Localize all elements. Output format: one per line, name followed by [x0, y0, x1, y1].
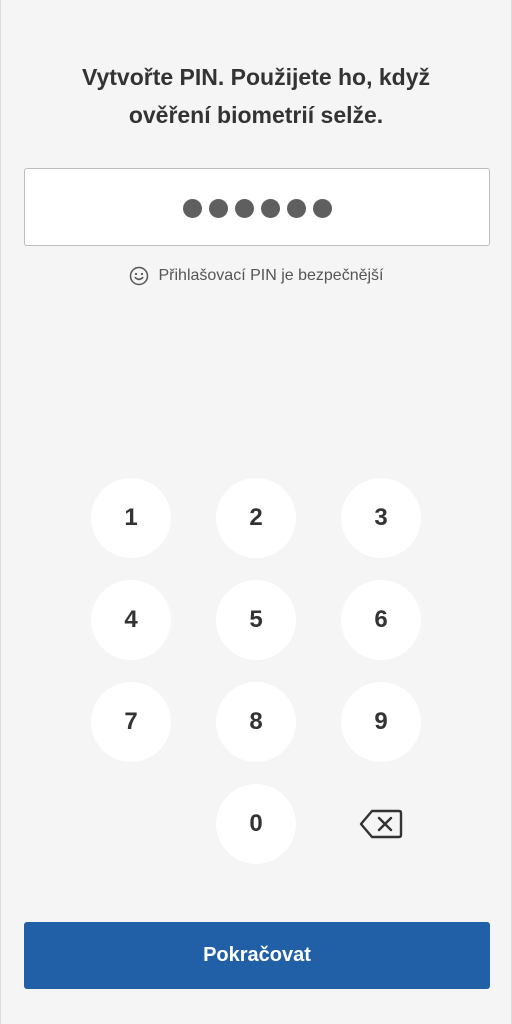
pin-dot	[208, 199, 228, 218]
title-line-1: Vytvořte PIN. Použijete ho, když	[81, 64, 431, 90]
smiley-icon	[129, 266, 148, 286]
key-8[interactable]: 8	[216, 682, 296, 762]
create-pin-screen: Vytvořte PIN. Použijete ho, když ověření…	[0, 0, 512, 1024]
pin-dot	[286, 199, 306, 218]
key-3[interactable]: 3	[341, 478, 421, 558]
pin-dots	[25, 199, 489, 218]
pin-dot	[234, 199, 254, 218]
pin-input-field[interactable]	[24, 168, 490, 246]
backspace-button[interactable]	[341, 784, 421, 864]
key-1[interactable]: 1	[91, 478, 171, 558]
key-7[interactable]: 7	[91, 682, 171, 762]
key-2[interactable]: 2	[216, 478, 296, 558]
key-9[interactable]: 9	[341, 682, 421, 762]
key-5[interactable]: 5	[216, 580, 296, 660]
pin-dot	[260, 199, 280, 218]
backspace-icon	[359, 809, 403, 839]
pin-strength-hint: Přihlašovací PIN je bezpečnější	[1, 266, 511, 286]
pin-dot	[312, 199, 332, 218]
hint-text: Přihlašovací PIN je bezpečnější	[158, 267, 384, 284]
key-0[interactable]: 0	[216, 784, 296, 864]
continue-button[interactable]: Pokračovat	[24, 922, 490, 989]
page-title: Vytvořte PIN. Použijete ho, když ověření…	[41, 58, 471, 134]
title-line-2: ověření biometrií selže.	[128, 102, 384, 128]
key-4[interactable]: 4	[91, 580, 171, 660]
key-6[interactable]: 6	[341, 580, 421, 660]
pin-dot	[182, 199, 202, 218]
